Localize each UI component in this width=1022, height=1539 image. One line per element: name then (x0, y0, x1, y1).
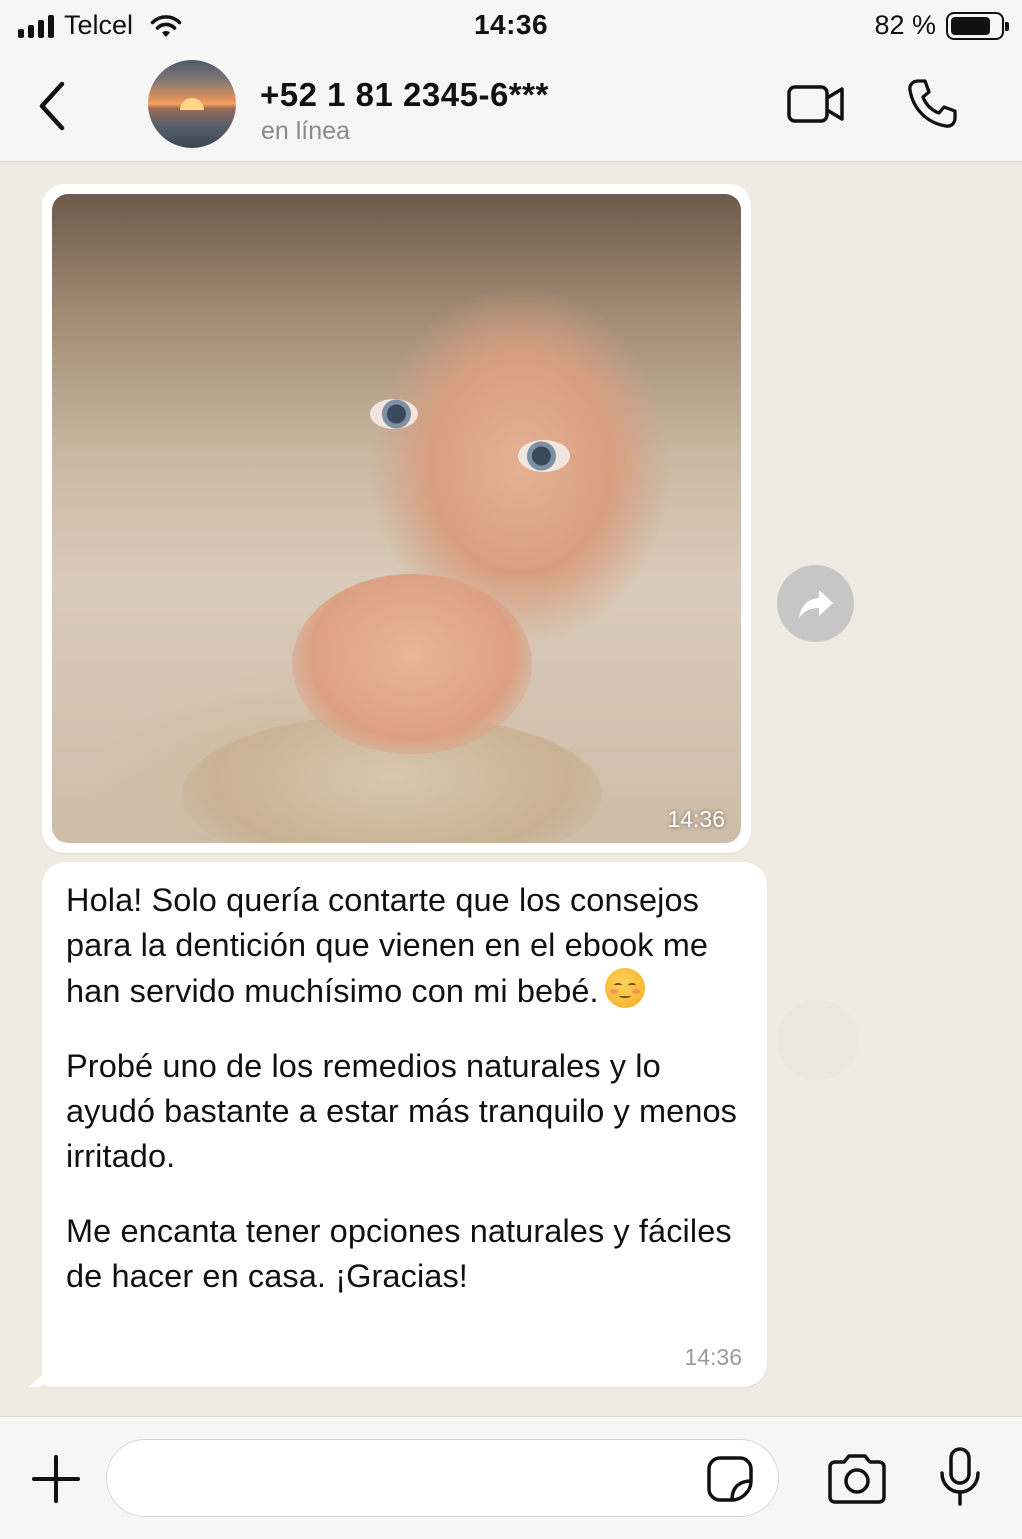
message-paragraph-2: Probé uno de los remedios naturales y lo… (66, 1048, 738, 1174)
forward-button[interactable] (777, 565, 854, 642)
chevron-left-icon (39, 81, 65, 131)
microphone-button[interactable] (938, 1447, 982, 1507)
baby-photo[interactable]: 14:36 (52, 194, 741, 843)
video-call-button[interactable] (786, 82, 846, 126)
status-time: 14:36 (473, 9, 549, 40)
contact-avatar[interactable] (148, 60, 236, 148)
input-bar (0, 1416, 1022, 1539)
battery-fill (951, 16, 991, 35)
camera-icon (828, 1454, 886, 1504)
sticker-icon (707, 1456, 753, 1502)
message-input[interactable] (106, 1439, 779, 1517)
microphone-icon (940, 1447, 980, 1506)
image-message-bubble[interactable]: 14:36 (42, 184, 751, 853)
chat-header: +52 1 81 2345-6*** en línea (0, 52, 1022, 162)
attach-button[interactable] (30, 1453, 82, 1505)
battery-percent: 82 % (874, 10, 936, 40)
message-paragraph-3: Me encanta tener opciones naturales y fá… (66, 1213, 732, 1294)
battery-icon (946, 11, 1009, 40)
forward-arrow-icon (798, 589, 833, 618)
contact-name[interactable]: +52 1 81 2345-6*** (260, 76, 549, 114)
plus-icon (32, 1455, 80, 1503)
relieved-face-emoji-icon (604, 968, 645, 1008)
text-message-time: 14:36 (684, 1344, 742, 1370)
status-bar: Telcel 14:36 82 % (0, 0, 1022, 52)
text-message-bubble[interactable]: Hola! Solo quería contarte que los conse… (42, 862, 767, 1387)
message-paragraph: Hola! Solo quería contarte que los conse… (66, 878, 743, 1014)
phone-icon (908, 79, 957, 128)
image-message-time: 14:36 (667, 806, 725, 832)
video-camera-icon (787, 85, 844, 123)
back-button[interactable] (30, 76, 74, 136)
voice-call-button[interactable] (904, 76, 960, 132)
chat-area[interactable]: 14:36 Hola! Solo quería contarte que los… (0, 163, 1022, 1416)
sticker-button[interactable] (706, 1455, 754, 1503)
battery-group: 82 % (874, 10, 1009, 41)
contact-status: en línea (261, 117, 350, 145)
camera-button[interactable] (826, 1453, 888, 1505)
